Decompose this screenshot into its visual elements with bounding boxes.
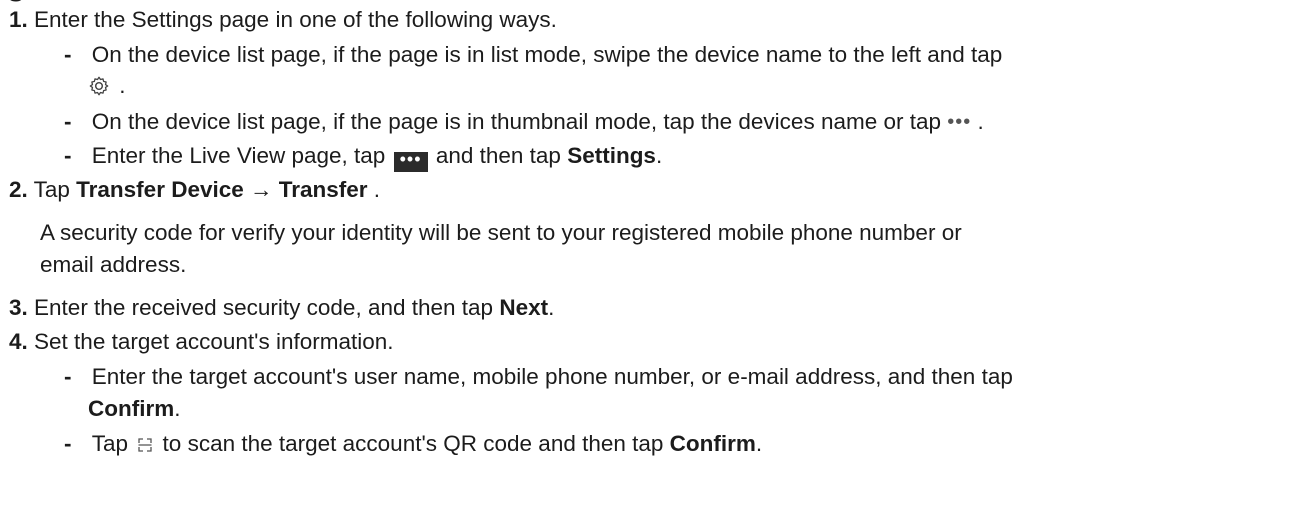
- step-1: 1. Enter the Settings page in one of the…: [9, 4, 557, 36]
- step-text: Enter the received security code, and th…: [34, 295, 500, 320]
- step-text-bold: Next: [499, 295, 549, 320]
- bullet-dash: -: [64, 431, 72, 456]
- bullet-text-suffix: .: [755, 431, 763, 456]
- step-2: 2. Tap Transfer Device → Transfer .: [9, 174, 380, 206]
- step-number: 4.: [9, 329, 28, 354]
- bullet-text-bold: Settings: [567, 143, 656, 168]
- bullet-dash: -: [64, 42, 72, 67]
- bullet-dash: -: [64, 364, 72, 389]
- step-text-suffix: .: [367, 177, 381, 202]
- bullet-text-bold: Confirm: [669, 431, 756, 456]
- bullet-text-bold: Confirm: [88, 396, 175, 421]
- step2-note-line-1: A security code for verify your identity…: [40, 220, 962, 245]
- step-text: Enter the Settings page in one of the fo…: [34, 7, 557, 32]
- step1-bullet-2: - On the device list page, if the page i…: [64, 106, 984, 138]
- bullet-text-suffix: .: [655, 143, 663, 168]
- bullet-dash: -: [64, 143, 72, 168]
- step1-bullet-3: - Enter the Live View page, tap ••• and …: [64, 140, 662, 172]
- more-dots-icon: •••: [947, 111, 972, 133]
- step4-bullet-1: - Enter the target account's user name, …: [64, 361, 1013, 393]
- step1-bullet-1: - On the device list page, if the page i…: [64, 39, 1002, 71]
- more-button-icon: •••: [393, 150, 428, 172]
- bullet-dash: -: [64, 109, 72, 134]
- step-text-bold: Transfer Device → Transfer: [76, 177, 368, 202]
- step-3: 3. Enter the received security code, and…: [9, 292, 554, 324]
- step4-bullet-2: - Tap to scan the target account's QR co…: [64, 428, 762, 460]
- step-text: Tap: [33, 177, 77, 202]
- gear-icon: [89, 76, 109, 96]
- step-text: Set the target account's information.: [34, 329, 394, 354]
- bullet-text: On the device list page, if the page is …: [91, 109, 948, 134]
- step1-bullet-1-cont: .: [88, 70, 126, 102]
- step2-note-line-2: email address.: [40, 252, 187, 277]
- bullet-text-suffix: .: [971, 109, 984, 134]
- bullet-text: Enter the Live View page, tap: [91, 143, 392, 168]
- step-number: 1.: [9, 7, 28, 32]
- step-text-suffix: .: [548, 295, 555, 320]
- step-4: 4. Set the target account's information.: [9, 326, 394, 358]
- bullet-text-suffix: .: [113, 73, 126, 98]
- bullet-text: Enter the target account's user name, mo…: [91, 364, 1013, 389]
- step-number: 3.: [9, 295, 28, 320]
- bullet-text: On the device list page, if the page is …: [91, 42, 1003, 67]
- scan-icon: [138, 438, 152, 452]
- bullet-text-mid: to scan the target account's QR code and…: [156, 431, 670, 456]
- step-number: 2.: [9, 177, 28, 202]
- bullet-text-mid: and then tap: [429, 143, 568, 168]
- bullet-text-suffix: .: [174, 396, 181, 421]
- step4-bullet-1-cont: Confirm.: [88, 393, 181, 425]
- bullet-text: Tap: [91, 431, 135, 456]
